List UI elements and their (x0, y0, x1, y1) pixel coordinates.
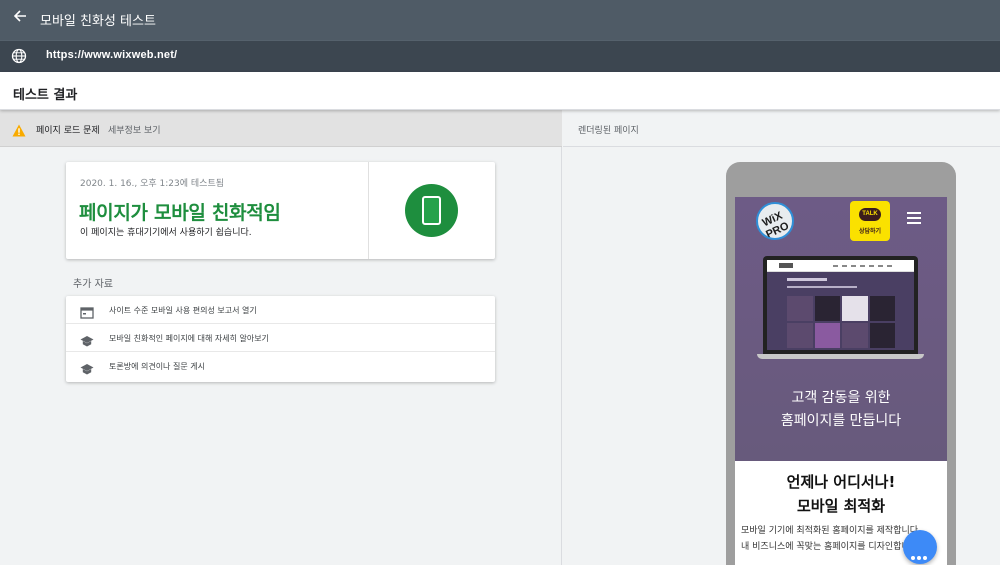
wix-pro-logo: WiX PRO (756, 202, 794, 240)
section-line-1: 언제나 어디서나! (786, 473, 896, 491)
issue-text: 페이지 로드 문제 (36, 126, 100, 136)
resource-label: 모바일 친화적인 페이지에 대해 자세히 알아보기 (109, 334, 269, 343)
details-link[interactable]: 세부정보 보기 (108, 123, 161, 136)
resource-item-learn[interactable]: 모바일 친화적인 페이지에 대해 자세히 알아보기 (66, 324, 495, 352)
kakao-talk-button[interactable]: TALK 상담하기 (850, 201, 890, 241)
results-header: 테스트 결과 (0, 72, 1000, 110)
laptop-image (757, 256, 924, 360)
talk-badge: TALK (859, 208, 881, 221)
section-line-2: 모바일 최적화 (796, 497, 886, 515)
hero-line-2: 홈페이지를 만듭니다 (780, 413, 902, 429)
globe-icon (11, 48, 27, 64)
mobile-phone-icon (405, 184, 458, 237)
result-card: 2020. 1. 16., 오후 1:23에 테스트됨 페이지가 모바일 친화적… (66, 162, 495, 259)
report-icon (80, 304, 94, 319)
app-title: 모바일 친화성 테스트 (40, 14, 156, 29)
laptop-heading (787, 278, 827, 281)
back-arrow-icon[interactable] (10, 8, 30, 28)
talk-label: 상담하기 (858, 228, 882, 235)
section-title: 언제나 어디서나! 모바일 최적화 (735, 470, 947, 518)
url-bar: https://www.wixweb.net/ (0, 40, 1000, 72)
resource-item-report[interactable]: 사이트 수준 모바일 사용 편의성 보고서 열기 (66, 296, 495, 324)
page-load-issue-bar[interactable]: 페이지 로드 문제 세부정보 보기 (0, 110, 562, 147)
chat-more-button[interactable] (903, 530, 937, 564)
warning-icon (12, 122, 26, 137)
result-headline: 페이지가 모바일 친화적임 (79, 202, 281, 224)
results-title: 테스트 결과 (13, 88, 78, 103)
card-divider (368, 162, 369, 259)
tested-url[interactable]: https://www.wixweb.net/ (46, 49, 177, 61)
left-pane: 페이지 로드 문제 세부정보 보기 2020. 1. 16., 오후 1:23에… (0, 110, 562, 565)
rendered-page-title: 렌더링된 페이지 (578, 126, 639, 136)
rendered-page-bar: 렌더링된 페이지 (563, 110, 1000, 147)
resource-label: 토론방에 의견이나 질문 게시 (109, 362, 205, 371)
extra-resources-title: 추가 자료 (73, 279, 113, 290)
phone-frame: WiX PRO TALK 상담하기 고객 감동을 위한 홈페이지를 만듭니다 언… (726, 162, 956, 565)
school-icon (80, 332, 94, 347)
right-pane: 렌더링된 페이지 WiX PRO TALK 상담하기 고객 감동을 위한 홈페이… (563, 110, 1000, 565)
hamburger-menu-icon[interactable] (907, 212, 921, 224)
test-date: 2020. 1. 16., 오후 1:23에 테스트됨 (80, 179, 225, 189)
app-bar: 모바일 친화성 테스트 (0, 0, 1000, 40)
school-icon (80, 360, 94, 375)
resource-label: 사이트 수준 모바일 사용 편의성 보고서 열기 (109, 306, 257, 315)
logo-text: WiX PRO (760, 209, 791, 240)
rendered-screenshot[interactable]: WiX PRO TALK 상담하기 고객 감동을 위한 홈페이지를 만듭니다 언… (735, 197, 947, 565)
result-description: 이 페이지는 휴대기기에서 사용하기 쉽습니다. (80, 228, 252, 238)
more-dots-icon (911, 545, 929, 560)
hero-caption: 고객 감동을 위한 홈페이지를 만듭니다 (735, 387, 947, 433)
resource-item-forum[interactable]: 토론방에 의견이나 질문 게시 (66, 352, 495, 380)
extra-resources-list: 사이트 수준 모바일 사용 편의성 보고서 열기 모바일 친화적인 페이지에 대… (66, 296, 495, 382)
hero-line-1: 고객 감동을 위한 (791, 390, 891, 406)
site-hero: WiX PRO TALK 상담하기 고객 감동을 위한 홈페이지를 만듭니다 (735, 197, 947, 461)
